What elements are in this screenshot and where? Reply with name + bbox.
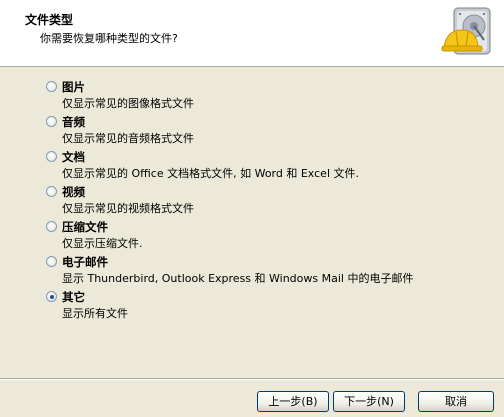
hard-drive-helmet-icon: [440, 4, 496, 60]
wizard-header: 文件类型 你需要恢复哪种类型的文件?: [0, 0, 504, 67]
footer-divider: [0, 378, 504, 380]
option-label[interactable]: 视频: [62, 184, 85, 200]
radio-email[interactable]: [46, 256, 57, 267]
cancel-button[interactable]: 取消: [418, 391, 494, 412]
radio-picture[interactable]: [46, 81, 57, 92]
back-button[interactable]: 上一步(B): [257, 391, 329, 412]
option-email[interactable]: 电子邮件 显示 Thunderbird, Outlook Express 和 W…: [46, 253, 486, 288]
radio-video[interactable]: [46, 186, 57, 197]
option-label[interactable]: 压缩文件: [62, 219, 108, 235]
option-audio[interactable]: 音频 仅显示常见的音频格式文件: [46, 113, 486, 148]
page-subtitle: 你需要恢复哪种类型的文件?: [40, 32, 178, 45]
option-description: 显示所有文件: [62, 307, 128, 320]
radio-other[interactable]: [46, 291, 57, 302]
option-label[interactable]: 其它: [62, 289, 85, 305]
radio-audio[interactable]: [46, 116, 57, 127]
option-archive[interactable]: 压缩文件 仅显示压缩文件.: [46, 218, 486, 253]
option-label[interactable]: 电子邮件: [62, 254, 108, 270]
option-other[interactable]: 其它 显示所有文件: [46, 288, 486, 323]
next-button[interactable]: 下一步(N): [333, 391, 405, 412]
option-picture[interactable]: 图片 仅显示常见的图像格式文件: [46, 78, 486, 113]
file-type-options: 图片 仅显示常见的图像格式文件 音频 仅显示常见的音频格式文件 文档 仅显示常见…: [46, 78, 486, 323]
file-type-wizard-window: 文件类型 你需要恢复哪种类型的文件? 图片 仅显示常见的图像格式文件 音频 仅显…: [0, 0, 504, 417]
option-document[interactable]: 文档 仅显示常见的 Office 文档格式文件, 如 Word 和 Excel …: [46, 148, 486, 183]
option-description: 仅显示常见的音频格式文件: [62, 132, 194, 145]
option-description: 仅显示压缩文件.: [62, 237, 143, 250]
option-label[interactable]: 文档: [62, 149, 85, 165]
option-video[interactable]: 视频 仅显示常见的视频格式文件: [46, 183, 486, 218]
radio-document[interactable]: [46, 151, 57, 162]
option-description: 显示 Thunderbird, Outlook Express 和 Window…: [62, 272, 414, 285]
option-label[interactable]: 音频: [62, 114, 85, 130]
page-title: 文件类型: [25, 13, 74, 27]
option-description: 仅显示常见的 Office 文档格式文件, 如 Word 和 Excel 文件.: [62, 167, 359, 180]
option-description: 仅显示常见的视频格式文件: [62, 202, 194, 215]
option-description: 仅显示常见的图像格式文件: [62, 97, 194, 110]
radio-archive[interactable]: [46, 221, 57, 232]
option-label[interactable]: 图片: [62, 79, 85, 95]
